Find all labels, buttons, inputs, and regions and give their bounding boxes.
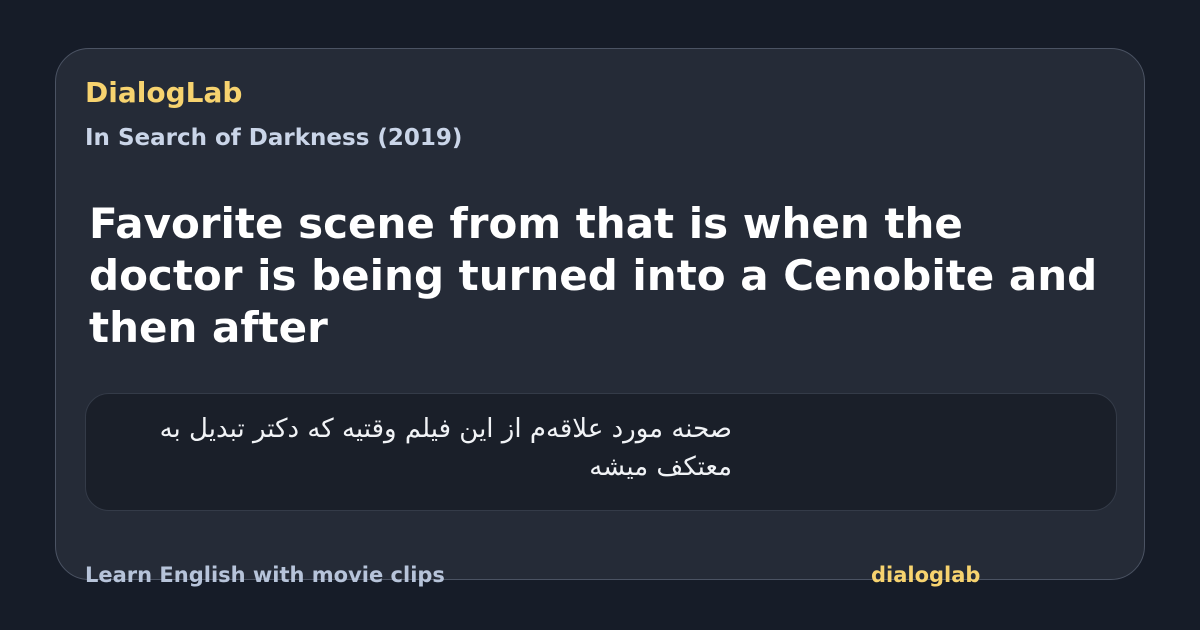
translation-text: صحنه مورد علاقه‌م از این فیلم وقتیه که د… (159, 414, 732, 482)
footer-tagline: Learn English with movie clips (85, 563, 445, 587)
quote-text: Favorite scene from that is when the doc… (89, 199, 1098, 352)
share-card: DialogLab In Search of Darkness (2019) F… (55, 48, 1145, 586)
movie-title: In Search of Darkness (2019) (85, 125, 463, 151)
brand-handle: dialoglab (871, 563, 981, 587)
brand-name: DialogLab (85, 76, 243, 109)
translation-box: صحنه مورد علاقه‌م از این فیلم وقتیه که د… (85, 393, 1117, 511)
